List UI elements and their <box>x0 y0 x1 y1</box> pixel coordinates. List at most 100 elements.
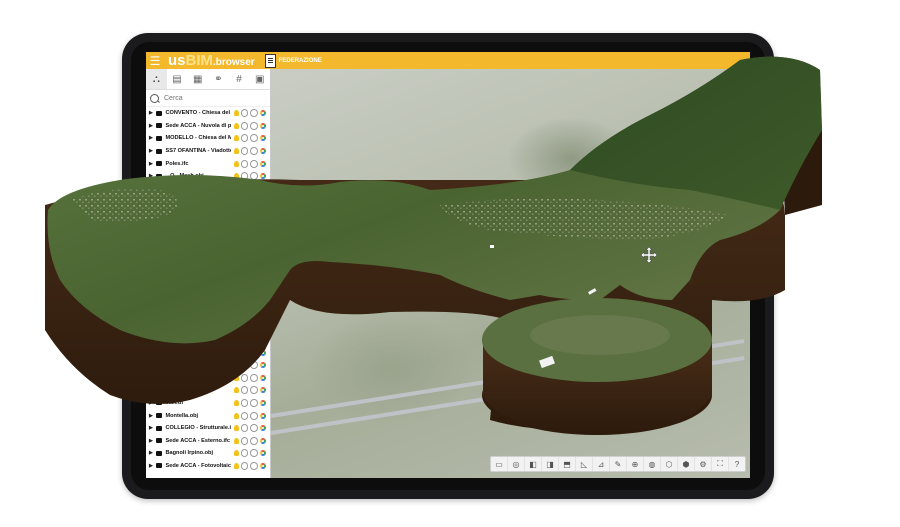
expand-arrow-icon[interactable]: ▶ <box>148 211 154 217</box>
model-list-item[interactable]: ▶ COLLEGIO - Strutturale.ifc <box>146 422 267 435</box>
model-list-item[interactable]: ▶ <box>146 246 267 259</box>
lightbulb-icon[interactable] <box>233 274 239 281</box>
visibility-icon[interactable] <box>240 273 249 282</box>
help-icon[interactable]: ? <box>729 457 745 471</box>
hash-icon[interactable]: # <box>229 69 250 89</box>
camera-icon[interactable]: ▭ <box>491 457 508 471</box>
model-list-item[interactable]: ▶ <box>146 384 267 397</box>
globe-icon[interactable]: ◍ <box>644 457 661 471</box>
isolate-icon[interactable] <box>250 449 259 458</box>
expand-arrow-icon[interactable]: ▶ <box>148 425 154 431</box>
expand-arrow-icon[interactable]: ▶ <box>148 161 154 167</box>
isolate-icon[interactable] <box>250 298 259 307</box>
isolate-icon[interactable] <box>250 285 259 294</box>
visibility-icon[interactable] <box>240 348 249 357</box>
color-ring-icon[interactable] <box>260 299 267 306</box>
visibility-icon[interactable] <box>240 172 249 181</box>
isolate-icon[interactable] <box>250 109 259 118</box>
lightbulb-icon[interactable] <box>233 412 239 419</box>
expand-arrow-icon[interactable]: ▶ <box>148 249 154 255</box>
color-ring-icon[interactable] <box>260 135 267 142</box>
visibility-icon[interactable] <box>240 260 249 269</box>
isolate-icon[interactable] <box>250 197 259 206</box>
isolate-icon[interactable] <box>250 273 259 282</box>
expand-arrow-icon[interactable]: ▶ <box>148 186 154 192</box>
lightbulb-icon[interactable] <box>233 261 239 268</box>
visibility-icon[interactable] <box>240 197 249 206</box>
document-icon[interactable]: ▤ <box>167 69 188 89</box>
lightbulb-icon[interactable] <box>233 223 239 230</box>
model-list-item[interactable]: ▶ <box>146 208 267 221</box>
isolate-icon[interactable] <box>250 386 259 395</box>
color-ring-icon[interactable] <box>260 160 267 167</box>
hierarchy-icon[interactable]: ⛬ <box>146 69 167 89</box>
visibility-icon[interactable] <box>240 285 249 294</box>
expand-arrow-icon[interactable]: ▶ <box>148 312 154 318</box>
model-list-item[interactable]: ▶ Sede ACCA - Nuvola di pu... <box>146 120 267 133</box>
expand-arrow-icon[interactable]: ▶ <box>148 224 154 230</box>
isolate-icon[interactable] <box>250 247 259 256</box>
visibility-icon[interactable] <box>240 386 249 395</box>
lightbulb-icon[interactable] <box>233 173 239 180</box>
isolate-icon[interactable] <box>250 411 259 420</box>
color-ring-icon[interactable] <box>260 211 267 218</box>
settings-icon[interactable]: ⚙ <box>695 457 712 471</box>
model-list-item[interactable]: ▶ ...O - Mesh.obj <box>146 170 267 183</box>
lightbulb-icon[interactable] <box>233 450 239 457</box>
isolate-icon[interactable] <box>250 361 259 370</box>
visibility-icon[interactable] <box>240 134 249 143</box>
visibility-icon[interactable] <box>240 222 249 231</box>
model-list-item[interactable]: ▶ CONVENTO - Chiesa del ... <box>146 107 267 120</box>
color-ring-icon[interactable] <box>260 374 267 381</box>
color-ring-icon[interactable] <box>260 311 267 318</box>
visibility-icon[interactable] <box>240 361 249 370</box>
color-ring-icon[interactable] <box>260 286 267 293</box>
model-list-item[interactable]: ▶ <box>146 309 267 322</box>
lightbulb-icon[interactable] <box>233 349 239 356</box>
isolate-icon[interactable] <box>250 210 259 219</box>
model-list-item[interactable]: ▶ <box>146 271 267 284</box>
isolate-icon[interactable] <box>250 424 259 433</box>
lightbulb-icon[interactable] <box>233 211 239 218</box>
expand-arrow-icon[interactable]: ▶ <box>148 123 154 129</box>
box-icon[interactable]: ⬡ <box>661 457 678 471</box>
visibility-icon[interactable] <box>240 235 249 244</box>
lightbulb-icon[interactable] <box>233 399 239 406</box>
visibility-icon[interactable] <box>240 310 249 319</box>
visibility-icon[interactable] <box>240 436 249 445</box>
lightbulb-icon[interactable] <box>233 248 239 255</box>
lightbulb-icon[interactable] <box>233 387 239 394</box>
model-list-item[interactable]: ▶ MODELLO - Chiesa del M... <box>146 132 267 145</box>
lightbulb-icon[interactable] <box>233 462 239 469</box>
model-list-item[interactable]: ▶ <box>146 359 267 372</box>
lightbulb-icon[interactable] <box>233 299 239 306</box>
move-cursor-icon[interactable] <box>640 246 658 264</box>
link-icon[interactable]: ⚭ <box>208 69 229 89</box>
color-ring-icon[interactable] <box>260 248 267 255</box>
lightbulb-icon[interactable] <box>233 437 239 444</box>
lightbulb-icon[interactable] <box>233 185 239 192</box>
lightbulb-icon[interactable] <box>233 135 239 142</box>
color-ring-icon[interactable] <box>260 173 267 180</box>
expand-arrow-icon[interactable]: ▶ <box>148 375 154 381</box>
orbit-icon[interactable]: ◎ <box>508 457 525 471</box>
visibility-icon[interactable] <box>240 373 249 382</box>
layers-icon[interactable]: ▣ <box>249 69 270 89</box>
model-list-item[interactable]: ▶ <box>146 321 267 334</box>
model-list-item[interactable]: ▶ SS7 OFANTINA - Viadotto... <box>146 145 267 158</box>
expand-arrow-icon[interactable]: ▶ <box>148 463 154 469</box>
visibility-icon[interactable] <box>240 398 249 407</box>
model-list-item[interactable]: ▶ ...a.edf <box>146 397 267 410</box>
isolate-icon[interactable] <box>250 235 259 244</box>
model-list-item[interactable]: ▶ <box>146 283 267 296</box>
lightbulb-icon[interactable] <box>233 160 239 167</box>
model-list-item[interactable]: ▶ <box>146 195 267 208</box>
expand-arrow-icon[interactable]: ▶ <box>148 350 154 356</box>
model-list-item[interactable]: ▶ Sede ACCA - Esterno.ifc <box>146 434 267 447</box>
color-ring-icon[interactable] <box>260 450 267 457</box>
expand-arrow-icon[interactable]: ▶ <box>148 387 154 393</box>
lightbulb-icon[interactable] <box>233 286 239 293</box>
color-ring-icon[interactable] <box>260 185 267 192</box>
cube-side-icon[interactable]: ◨ <box>542 457 559 471</box>
visibility-icon[interactable] <box>240 298 249 307</box>
